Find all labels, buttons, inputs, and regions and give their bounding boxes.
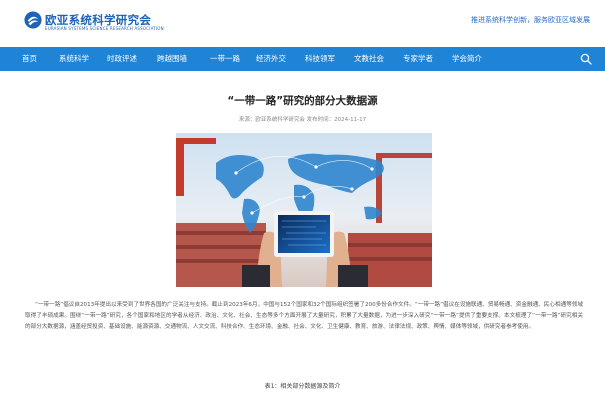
nav-item-current-affairs[interactable]: 时政评述 [107, 47, 137, 71]
article-paragraph: “一带一路”倡议自2013年提出以来受到了世界各国的广泛关注与支持。截止到202… [25, 302, 583, 331]
nav-item-tech-leaders[interactable]: 科技领军 [305, 47, 335, 71]
article-title: “一带一路”研究的部分大数据源 [227, 95, 378, 107]
nav-item-about[interactable]: 学会简介 [452, 47, 482, 71]
search-icon[interactable] [580, 53, 592, 65]
article-hero-image [176, 133, 432, 287]
logo-icon[interactable] [24, 11, 42, 29]
nav-item-systems-science[interactable]: 系统科学 [59, 47, 89, 71]
site-slogan: 推进系统科学创新，服务欧亚区域发展 [471, 16, 590, 24]
article-meta: 来源：欧亚系统科学研究会 发布时间：2024-11-17 [238, 117, 367, 123]
table-caption: 表1：相关部分数据源及简介 [264, 383, 341, 390]
nav-item-economic-diplomacy[interactable]: 经济外交 [256, 47, 286, 71]
main-navigation: 首页 系统科学 时政评述 跨越围墙 一带一路 经济外交 科技领军 文教社会 专家… [0, 47, 605, 71]
nav-item-home[interactable]: 首页 [22, 47, 37, 71]
site-header: 欧亚系统科学研究会 EURASIAN SYSTEMS SCIENCE RESEA… [0, 0, 605, 44]
nav-item-across-walls[interactable]: 跨越围墙 [157, 47, 187, 71]
nav-item-experts[interactable]: 专家学者 [403, 47, 433, 71]
article-body: “一带一路”倡议自2013年提出以来受到了世界各国的广泛关注与支持。截止到202… [25, 300, 583, 333]
site-name-english: EURASIAN SYSTEMS SCIENCE RESEARCH ASSOCI… [45, 26, 164, 31]
nav-item-culture-society[interactable]: 文教社会 [354, 47, 384, 71]
nav-item-belt-and-road[interactable]: 一带一路 [210, 47, 240, 71]
